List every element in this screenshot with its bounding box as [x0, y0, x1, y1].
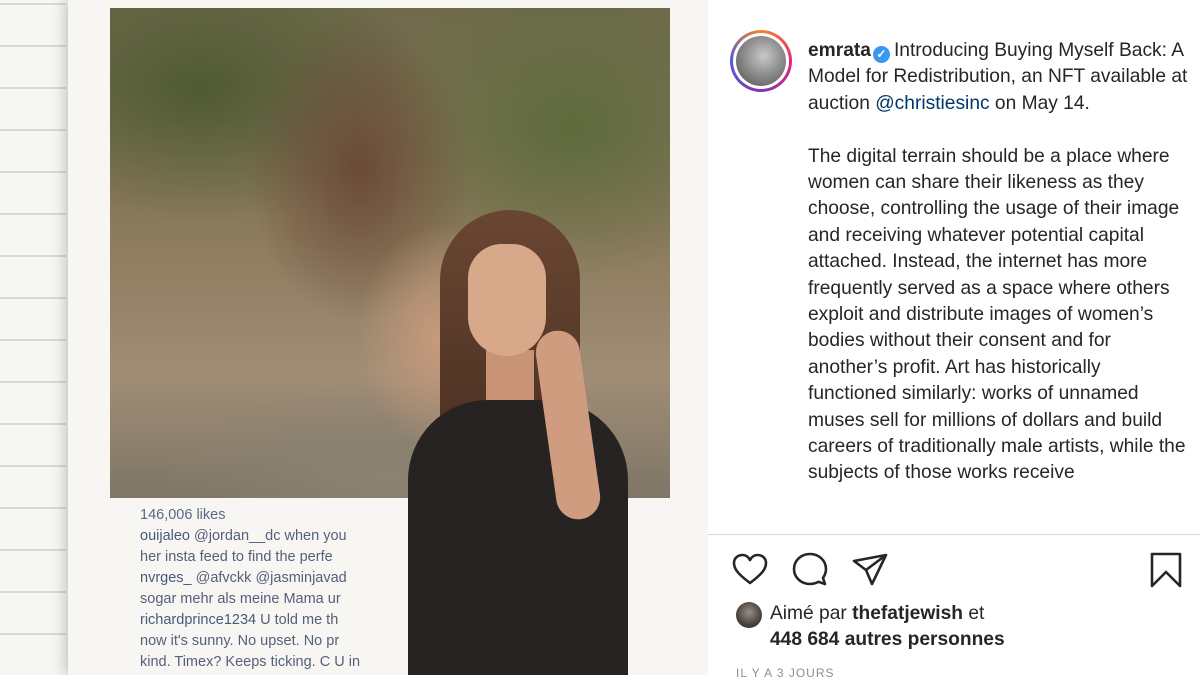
share-icon[interactable] [850, 550, 890, 590]
liked-prefix: Aimé par [770, 603, 853, 624]
post-timestamp: IL Y A 3 JOURS [736, 666, 835, 680]
likes-summary: Aimé par thefatjewish et 448 684 autres … [736, 600, 1176, 656]
person-figure [378, 210, 648, 675]
liked-suffix: et [963, 603, 985, 624]
comment-icon[interactable] [790, 550, 830, 590]
action-bar [708, 550, 1200, 594]
divider [708, 534, 1200, 535]
story-avatar[interactable] [730, 30, 792, 92]
caption-fade [808, 510, 1200, 532]
save-bookmark-icon[interactable] [1146, 550, 1186, 590]
verified-badge-icon: ✓ [872, 46, 890, 63]
like-heart-icon[interactable] [730, 550, 770, 590]
others-count-link[interactable]: 448 684 autres personnes [770, 627, 1005, 653]
post-photo[interactable]: 146,006 likes ouijaleo @jordan__dc when … [0, 0, 708, 675]
brick-wall [0, 0, 66, 675]
liker-avatar[interactable] [736, 602, 762, 628]
face [468, 244, 546, 356]
caption-body: The digital terrain should be a place wh… [808, 145, 1186, 484]
post-caption: emrata ✓ Introducing Buying Myself Back: A… [808, 38, 1188, 530]
avatar-frame [733, 33, 789, 89]
username-link[interactable]: emrata [808, 40, 871, 61]
dress [408, 400, 628, 675]
post-panel: emrata ✓ Introducing Buying Myself Back: A… [708, 0, 1200, 680]
liker-username-link[interactable]: thefatjewish [852, 603, 963, 624]
liked-by-line: Aimé par thefatjewish et [770, 601, 984, 627]
caption-intro-end: on May 14. [989, 92, 1090, 114]
avatar [736, 36, 786, 86]
mention-link[interactable]: @christiesinc [875, 93, 989, 114]
